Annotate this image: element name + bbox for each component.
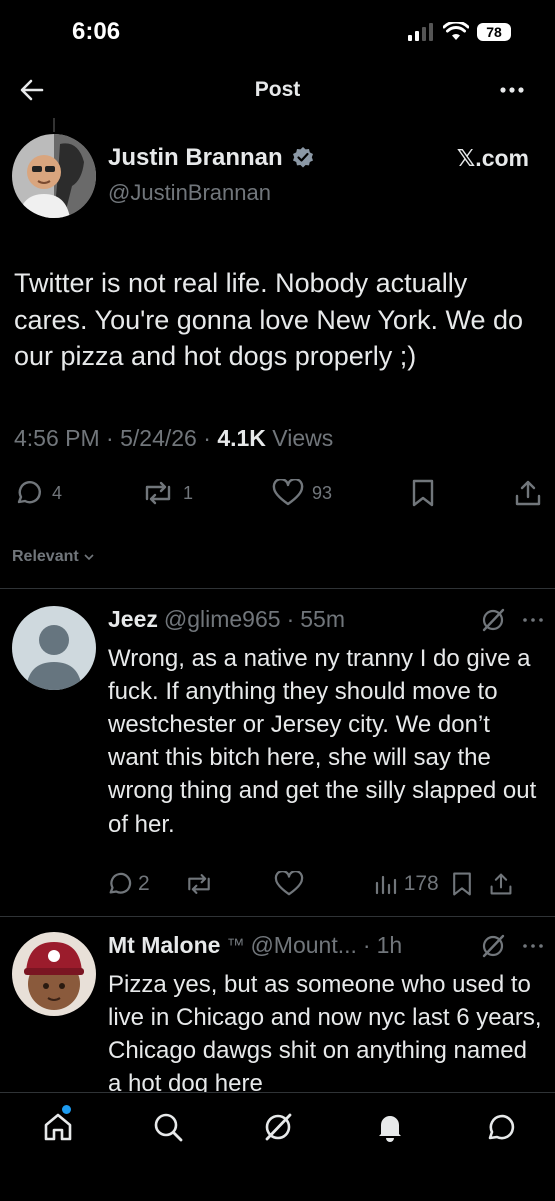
share-icon [490,873,512,895]
share-icon [515,480,541,506]
bookmark-icon [452,872,471,896]
share-button[interactable] [514,478,542,508]
grok-icon[interactable] [480,607,506,633]
reply-actions: 2 178 [106,870,546,898]
reply-text: Pizza yes, but as someone who used to li… [108,971,542,1098]
ellipsis-icon[interactable] [522,615,544,625]
reply-author-name[interactable]: Mt Malone [108,932,220,959]
chat-bubble-icon [488,1114,515,1140]
repost-icon [145,481,171,505]
reply-author-handle[interactable]: @glime965 [164,606,281,633]
author-name: Justin Brannan [108,144,283,171]
heart-icon [272,479,304,506]
bookmark-button[interactable] [451,871,473,897]
more-button[interactable] [499,78,525,102]
repost-button[interactable]: 1 [141,479,193,507]
sort-label: Relevant [12,548,79,565]
reply-avatar[interactable] [12,606,96,690]
reply-author-name[interactable]: Jeez [108,606,158,633]
grok-icon[interactable] [480,933,506,959]
sort-dropdown[interactable]: Relevant [12,548,95,566]
reply-button[interactable]: 4 [14,478,62,508]
divider [0,588,555,589]
wifi-icon [443,22,469,40]
reply-count: 2 [138,872,150,895]
speech-bubble-icon [109,872,132,894]
bar-chart-icon [375,875,396,895]
post-meta: 4:56 PM · 5/24/26 · 4.1K Views [14,425,334,451]
post-date: 5/24/26 [120,425,197,451]
ellipsis-icon[interactable] [522,941,544,951]
search-icon [154,1113,183,1142]
reply-text: Wrong, as a native ny tranny I do give a… [108,645,537,838]
bell-icon [379,1116,401,1142]
views-count: 178 [403,872,439,895]
bookmark-button[interactable] [411,478,435,508]
reply-header: Jeez @glime965 · 55m [108,606,544,633]
ellipsis-icon [500,87,524,93]
signal-icon [408,23,433,41]
author-name-row[interactable]: Justin Brannan [108,144,315,172]
source-label: 𝕏.com [456,145,529,171]
thread-line [53,118,55,132]
chevron-down-icon [84,554,94,561]
reply-count: 4 [52,482,63,503]
views-label: Views [272,425,334,451]
heart-icon [274,871,303,896]
repost-icon [187,874,210,894]
nav-messages[interactable] [484,1111,516,1143]
bookmark-icon [412,479,434,507]
nav-notifications[interactable] [374,1111,406,1143]
repost-count: 1 [183,482,194,503]
nav-search[interactable] [152,1111,184,1143]
share-button[interactable] [489,871,513,897]
bottom-nav [0,1092,555,1201]
like-button[interactable]: 93 [272,479,332,507]
notification-dot [62,1105,71,1114]
reply-time: 1h [376,932,403,958]
author-avatar[interactable] [12,134,96,218]
post-text: Twitter is not real life. Nobody actuall… [14,268,523,372]
page-title: Post [254,78,301,101]
verified-badge-icon [292,147,313,168]
like-count: 93 [312,482,333,503]
reply-author-handle[interactable]: @Mount... [250,932,356,959]
status-time: 6:06 [72,18,121,45]
repost-button[interactable] [184,871,214,897]
grok-icon [265,1113,292,1141]
reply-button[interactable]: 2 [106,870,150,898]
reply-time: 55m [300,606,345,632]
divider [0,916,555,917]
author-handle[interactable]: @JustinBrannan [108,180,271,206]
nav-home[interactable] [42,1105,74,1143]
post-time: 4:56 PM [14,425,100,451]
reply-author-badge: ™ [226,935,245,955]
home-icon [44,1113,72,1141]
reply-avatar[interactable] [12,932,96,1016]
status-icons: 78 [407,22,511,42]
nav-grok[interactable] [262,1111,294,1143]
battery-indicator: 78 [477,23,511,41]
speech-bubble-icon [17,481,41,504]
views-count: 4.1K [217,425,266,451]
views-button[interactable]: 178 [374,872,439,896]
reply-header: Mt Malone ™ @Mount... · 1h [108,932,544,959]
post-actions: 4 1 93 [14,478,542,508]
like-button[interactable] [274,871,304,897]
